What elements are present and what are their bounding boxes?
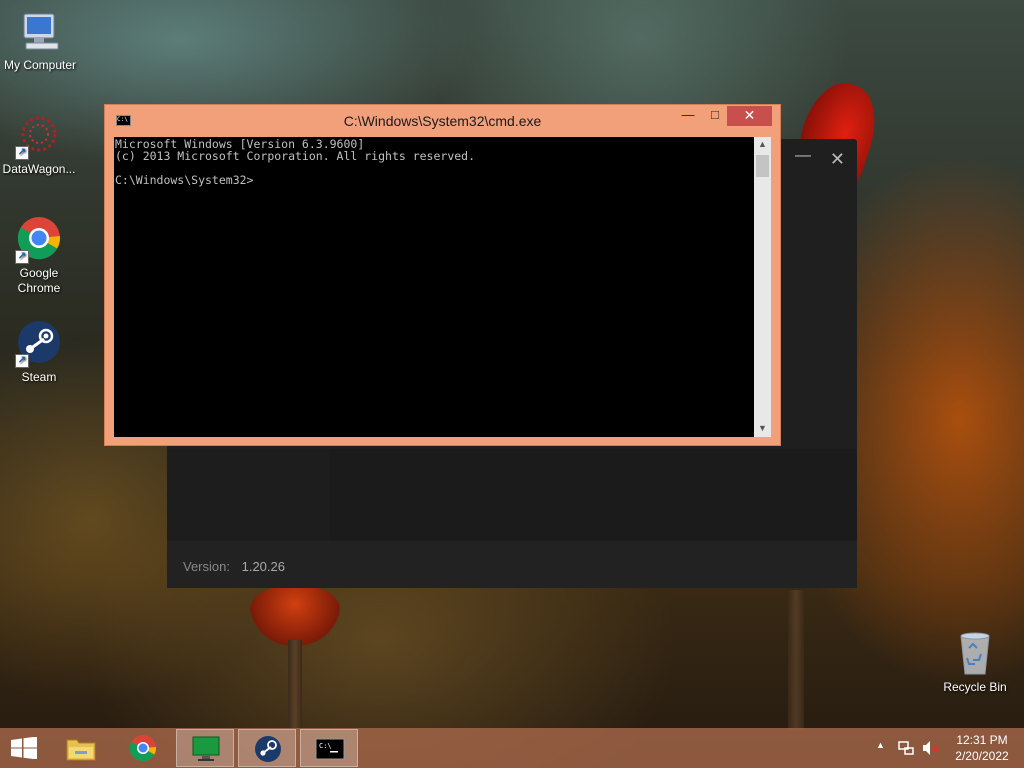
desktop-icon-my-computer[interactable]: My Computer bbox=[0, 8, 80, 73]
chrome-icon bbox=[128, 734, 158, 762]
system-clock[interactable]: 12:31 PM 2/20/2022 bbox=[944, 732, 1020, 764]
cmd-icon: C:\ bbox=[315, 735, 345, 763]
network-icon[interactable] bbox=[898, 740, 914, 768]
shortcut-arrow-icon: ↗ bbox=[15, 250, 29, 264]
desktop-icon-steam[interactable]: ↗ Steam bbox=[0, 320, 79, 385]
datawagon-icon: ↗ bbox=[15, 112, 63, 160]
folder-icon bbox=[66, 734, 96, 762]
windows-logo-icon bbox=[11, 736, 37, 760]
start-button[interactable] bbox=[10, 736, 38, 760]
desktop-icon-label: Steam bbox=[21, 370, 57, 384]
wallpaper-stem bbox=[788, 590, 804, 730]
shortcut-arrow-icon: ↗ bbox=[15, 146, 29, 160]
desktop-icon-datawagon[interactable]: ↗ DataWagon... bbox=[0, 112, 79, 177]
monitor-icon bbox=[191, 735, 221, 763]
taskbar-cmd[interactable]: C:\ bbox=[300, 729, 358, 767]
desktop-icon-google-chrome[interactable]: ↗ Google Chrome bbox=[0, 216, 79, 296]
app-content-area bbox=[167, 449, 857, 541]
recycle-bin-icon bbox=[951, 630, 999, 678]
console-output[interactable]: Microsoft Windows [Version 6.3.9600] (c)… bbox=[114, 137, 754, 437]
show-hidden-icons-button[interactable]: ▲ bbox=[876, 740, 885, 768]
version-label: Version: bbox=[183, 559, 230, 574]
desktop-icon-label: DataWagon... bbox=[2, 162, 76, 176]
taskbar: C:\ ▲ 12:31 PM 2/20/2022 bbox=[0, 728, 1024, 768]
maximize-button[interactable]: □ bbox=[702, 106, 728, 126]
shortcut-arrow-icon: ↗ bbox=[15, 354, 29, 368]
desktop-icon-recycle-bin[interactable]: Recycle Bin bbox=[935, 630, 1015, 695]
taskbar-file-explorer[interactable] bbox=[52, 729, 110, 767]
steam-icon: ↗ bbox=[15, 320, 63, 368]
taskbar-steam[interactable] bbox=[238, 729, 296, 767]
wallpaper-stem bbox=[288, 640, 302, 730]
svg-text:C:\: C:\ bbox=[319, 742, 332, 750]
cmd-title-bar[interactable]: C:\ C:\Windows\System32\cmd.exe — □ ✕ bbox=[105, 105, 780, 135]
chrome-icon: ↗ bbox=[15, 216, 63, 264]
taskbar-remote-desktop[interactable] bbox=[176, 729, 234, 767]
desktop-icon-label: My Computer bbox=[3, 58, 77, 72]
scrollbar-thumb[interactable] bbox=[756, 155, 769, 177]
version-value: 1.20.26 bbox=[241, 559, 285, 574]
steam-icon bbox=[253, 735, 283, 763]
minimize-button[interactable]: — bbox=[675, 106, 701, 126]
desktop-icon-label: Google Chrome bbox=[17, 266, 61, 295]
taskbar-chrome[interactable] bbox=[114, 729, 172, 767]
clock-time: 12:31 PM bbox=[956, 733, 1008, 747]
close-button[interactable]: ✕ bbox=[830, 149, 845, 170]
vertical-scrollbar[interactable]: ▲ ▼ bbox=[754, 137, 771, 437]
close-button[interactable]: ✕ bbox=[727, 106, 772, 126]
computer-icon bbox=[16, 8, 64, 56]
scroll-down-arrow[interactable]: ▼ bbox=[754, 423, 771, 433]
minimize-button[interactable]: — bbox=[795, 147, 811, 165]
scroll-up-arrow[interactable]: ▲ bbox=[754, 139, 771, 149]
desktop-icon-label: Recycle Bin bbox=[943, 680, 1007, 694]
app-footer: Version: 1.20.26 bbox=[167, 541, 857, 588]
app-sidebar bbox=[167, 449, 329, 541]
wallpaper-flower-orange bbox=[250, 586, 340, 646]
volume-muted-icon[interactable] bbox=[922, 740, 940, 768]
cmd-window[interactable]: C:\ C:\Windows\System32\cmd.exe — □ ✕ Mi… bbox=[104, 104, 781, 446]
clock-date: 2/20/2022 bbox=[955, 749, 1009, 763]
